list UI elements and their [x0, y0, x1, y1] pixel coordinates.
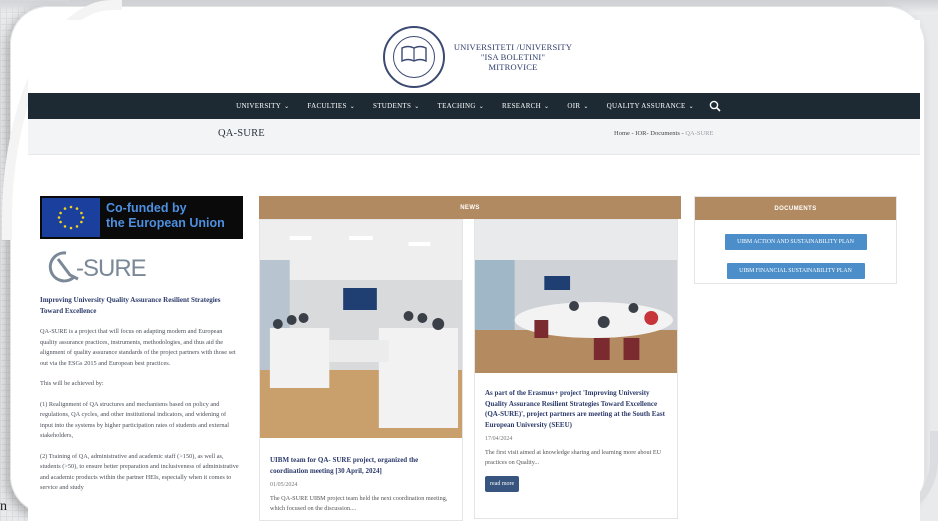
chevron-down-icon: ⌄ [583, 103, 589, 110]
nav-label: OIR [567, 102, 581, 110]
book-icon [401, 45, 427, 63]
project-heading: Improving University Quality Assurance R… [40, 296, 221, 315]
meeting-room-photo [260, 220, 462, 438]
university-seal-logo[interactable] [383, 26, 445, 88]
search-icon[interactable] [709, 100, 721, 112]
eu-text-line2: the European Union [106, 216, 225, 230]
chevron-down-icon: ⌄ [544, 103, 550, 110]
qa-sure-logo-text: -SURE [76, 255, 147, 282]
documents-header: DOCUMENTS [695, 197, 896, 220]
site-header: UNIVERSITETI /UNIVERSITY "ISA BOLETINI" … [28, 20, 920, 93]
nav-label: RESEARCH [502, 102, 542, 110]
university-name-line1: UNIVERSITETI /UNIVERSITY [453, 42, 573, 52]
news-card[interactable]: UIBM team for QA- SURE project, organize… [259, 219, 463, 521]
nav-label: UNIVERSITY [236, 102, 282, 110]
breadcrumb: Home - IOR- Documents - QA-SURE [614, 130, 713, 137]
read-more-button[interactable]: read more [485, 476, 520, 492]
nav-item-oir[interactable]: OIR ⌄ [567, 102, 588, 110]
news-card-date: 01/05/2024 [270, 482, 298, 488]
project-description: QA-SURE is a project that will focus on … [40, 328, 236, 367]
eu-cofunded-text: Co-funded by the European Union [106, 201, 225, 231]
university-name: UNIVERSITETI /UNIVERSITY "ISA BOLETINI" … [448, 42, 578, 72]
eu-text-line1: Co-funded by [106, 201, 187, 215]
project-point-2: (2) Training of QA, administrative and a… [40, 452, 239, 492]
news-card[interactable]: As part of the Erasmus+ project 'Improvi… [474, 219, 678, 519]
nav-item-university[interactable]: UNIVERSITY ⌄ [236, 102, 289, 110]
news-section: NEWS UIBM team for QA- SURE project, org… [259, 196, 681, 521]
page-title-bar: QA-SURE Home - IOR- Documents - QA-SURE [28, 119, 920, 155]
page-title: QA-SURE [218, 128, 265, 139]
nav-label: STUDENTS [373, 102, 412, 110]
chevron-down-icon: ⌄ [688, 103, 694, 110]
university-name-line3: MITROVICE [488, 62, 538, 72]
nav-label: TEACHING [437, 102, 476, 110]
chevron-down-icon: ⌄ [414, 103, 420, 110]
project-achieved-by: This will be achieved by: [40, 380, 104, 387]
nav-item-quality-assurance[interactable]: QUALITY ASSURANCE ⌄ [607, 102, 694, 110]
news-card-title[interactable]: UIBM team for QA- SURE project, organize… [260, 455, 462, 476]
project-info-column: Co-funded by the European Union -SURE Im… [40, 196, 243, 521]
nav-item-faculties[interactable]: FACULTIES ⌄ [307, 102, 355, 110]
news-card-excerpt: The QA-SURE UIBM project team held the n… [270, 495, 448, 512]
nav-label: FACULTIES [307, 102, 347, 110]
eu-cofunded-banner: Co-funded by the European Union [40, 196, 243, 239]
news-card-date: 17/04/2024 [485, 436, 513, 442]
breadcrumb-current: QA-SURE [685, 130, 714, 137]
corner-letter: n [0, 499, 7, 514]
chevron-down-icon: ⌄ [349, 103, 356, 110]
chevron-down-icon: ⌄ [284, 103, 290, 110]
eu-flag-icon [42, 198, 100, 237]
news-header: NEWS [259, 196, 681, 219]
university-name-line2: "ISA BOLETINI" [480, 52, 546, 62]
news-card-excerpt: The first visit aimed at knowledge shari… [485, 449, 662, 466]
nav-item-research[interactable]: RESEARCH ⌄ [502, 102, 549, 110]
news-card-title[interactable]: As part of the Erasmus+ project 'Improvi… [475, 388, 677, 430]
financial-sustainability-plan-button[interactable]: UIBM FINANCIAL SUSTAINABILITY PLAN [726, 263, 865, 279]
qa-sure-logo: -SURE [40, 245, 243, 289]
project-point-1: (1) Realignment of QA structures and mec… [40, 400, 230, 440]
breadcrumb-trail[interactable]: Home - IOR- Documents - [614, 130, 685, 137]
nav-item-teaching[interactable]: TEACHING ⌄ [438, 102, 485, 110]
action-sustainability-plan-button[interactable]: UIBM ACTION AND SUSTAINABILITY PLAN [724, 234, 867, 250]
documents-section: DOCUMENTS UIBM ACTION AND SUSTAINABILITY… [694, 196, 897, 284]
news-cards: UIBM team for QA- SURE project, organize… [259, 219, 681, 521]
chevron-down-icon: ⌄ [478, 103, 485, 110]
conference-room-photo [475, 220, 677, 373]
main-navbar: UNIVERSITY ⌄ FACULTIES ⌄ STUDENTS ⌄ TEACHIN… [28, 93, 920, 119]
nav-label: QUALITY ASSURANCE [606, 102, 686, 110]
nav-item-students[interactable]: STUDENTS ⌄ [373, 102, 420, 110]
